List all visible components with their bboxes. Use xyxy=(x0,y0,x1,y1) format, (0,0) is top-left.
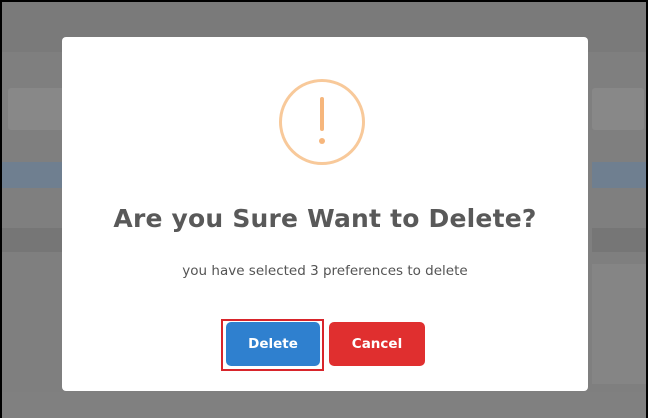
delete-confirm-dialog: Are you Sure Want to Delete? you have se… xyxy=(62,37,588,391)
warning-icon-dot xyxy=(319,138,325,144)
background-field-left xyxy=(8,88,68,130)
warning-icon-bar xyxy=(320,97,324,131)
screen-frame: Are you Sure Want to Delete? you have se… xyxy=(2,2,646,418)
warning-icon xyxy=(279,79,365,165)
cancel-button[interactable]: Cancel xyxy=(329,322,425,366)
background-footer xyxy=(2,392,646,418)
delete-button[interactable]: Delete xyxy=(226,322,320,366)
background-stripe-left xyxy=(2,162,62,188)
dialog-actions: Delete Cancel xyxy=(62,319,588,371)
background-list-right xyxy=(592,264,646,384)
background-field-right xyxy=(592,88,644,130)
background-stripe-right xyxy=(592,162,646,188)
dialog-title: Are you Sure Want to Delete? xyxy=(113,204,537,233)
background-row-right xyxy=(592,228,646,252)
dialog-message: you have selected 3 preferences to delet… xyxy=(182,263,468,279)
background-row-left xyxy=(2,228,62,252)
